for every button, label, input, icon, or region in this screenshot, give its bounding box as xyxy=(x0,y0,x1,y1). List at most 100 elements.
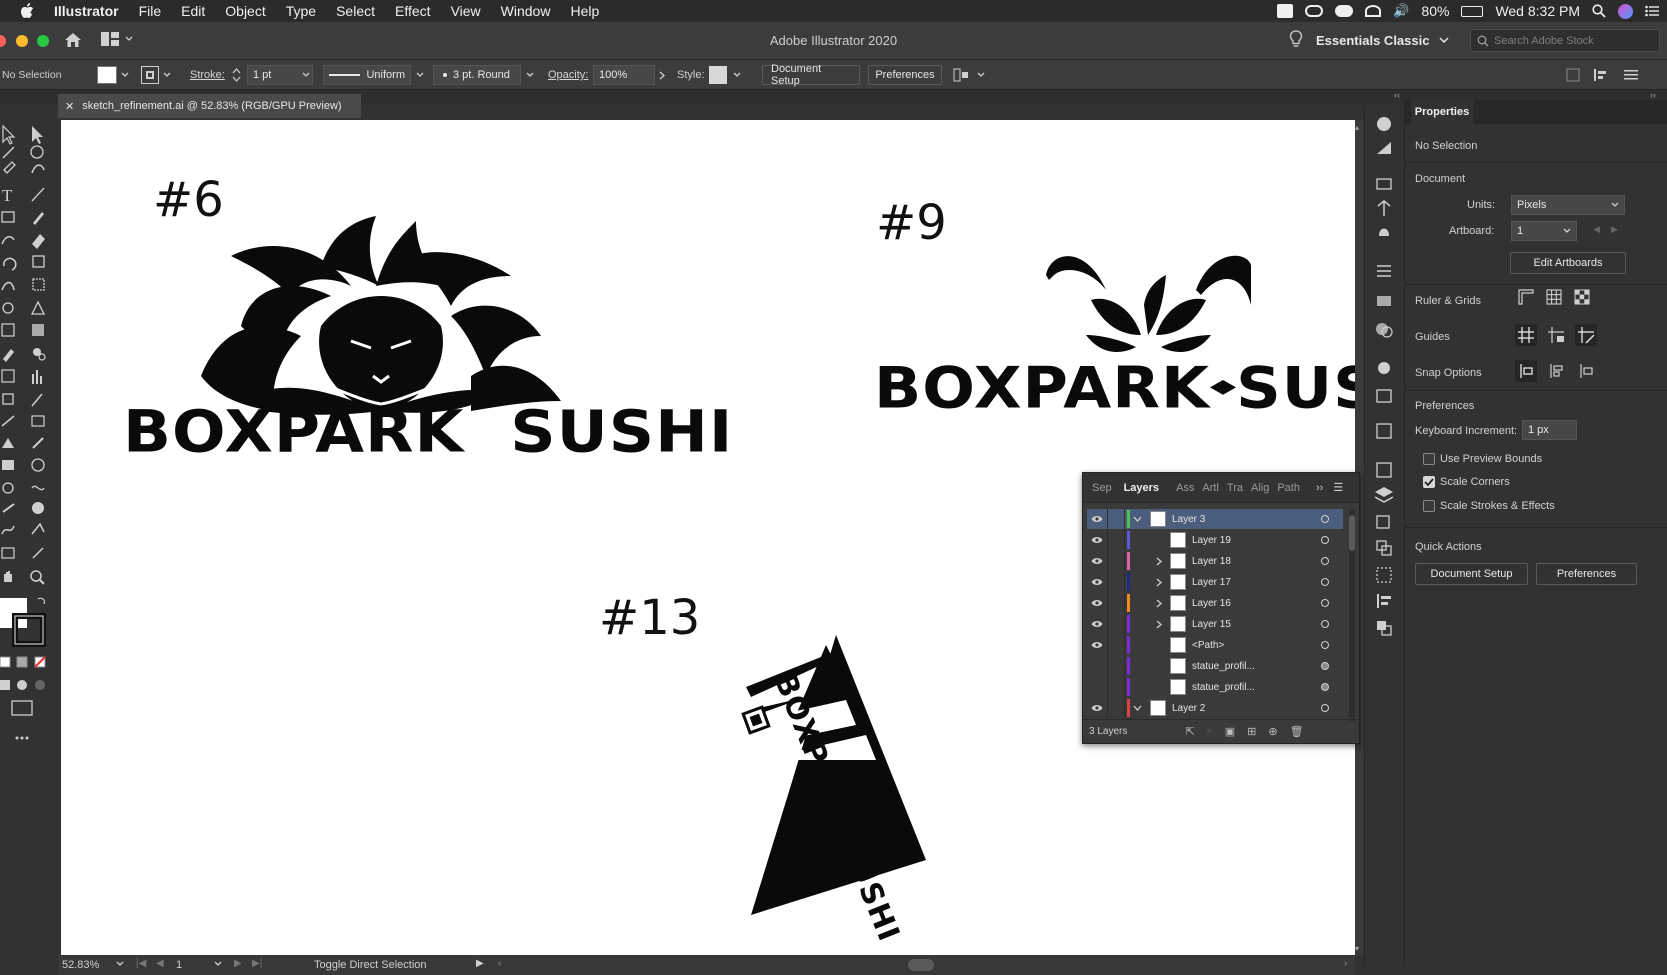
menu-app-name[interactable]: Illustrator xyxy=(44,3,129,19)
artboard-navigator-dropdown[interactable] xyxy=(214,961,222,967)
tab-properties[interactable]: Properties xyxy=(1411,100,1473,124)
volume-icon[interactable]: 🔊 xyxy=(1393,3,1409,19)
visibility-eye-icon[interactable] xyxy=(1087,620,1107,628)
target-circle-icon[interactable] xyxy=(1321,662,1329,670)
opacity-field[interactable]: 100% xyxy=(593,65,655,85)
layer-name[interactable]: Layer 3 xyxy=(1172,514,1321,525)
lock-toggle[interactable] xyxy=(1107,656,1125,676)
use-preview-bounds-checkbox[interactable] xyxy=(1423,453,1435,465)
siri-icon[interactable] xyxy=(1618,3,1633,19)
create-layer-icon[interactable]: ⊕ xyxy=(1268,725,1277,738)
layer-name[interactable]: Layer 18 xyxy=(1192,556,1321,567)
snap-to-point-icon[interactable] xyxy=(1545,360,1567,382)
lightbulb-icon[interactable] xyxy=(1289,30,1303,48)
menu-select[interactable]: Select xyxy=(326,3,385,19)
visibility-eye-icon[interactable] xyxy=(1087,641,1107,649)
logo-6-wordmark[interactable]: BOXPARK SUSHI xyxy=(123,398,733,465)
graphic-style-swatch[interactable] xyxy=(709,66,727,84)
collect-for-export-icon[interactable]: ⇱ xyxy=(1185,725,1194,738)
logo-9-wordmark[interactable]: BOXPARK SUSHI xyxy=(874,354,1355,421)
target-circle-icon[interactable] xyxy=(1321,578,1329,586)
align-to-control[interactable] xyxy=(953,65,985,85)
menu-object[interactable]: Object xyxy=(215,3,275,19)
chevron-down-icon[interactable] xyxy=(1133,705,1142,711)
layers-scroll-thumb[interactable] xyxy=(1349,515,1355,551)
menu-edit[interactable]: Edit xyxy=(171,3,215,19)
panel-menu-icon[interactable] xyxy=(1624,69,1638,81)
scroll-right-icon[interactable]: › xyxy=(1344,958,1347,969)
isolate-icon[interactable] xyxy=(1566,68,1580,82)
layer-name[interactable]: Layer 17 xyxy=(1192,577,1321,588)
spotlight-search-icon[interactable] xyxy=(1592,4,1606,18)
target-circle-icon[interactable] xyxy=(1321,683,1329,691)
panel-menu-icon[interactable]: ☰ xyxy=(1333,481,1343,494)
visibility-eye-icon[interactable] xyxy=(1087,557,1107,565)
visibility-eye-icon[interactable] xyxy=(1087,536,1107,544)
lock-toggle[interactable] xyxy=(1107,677,1125,697)
menu-effect[interactable]: Effect xyxy=(385,3,441,19)
ruler-icon[interactable] xyxy=(1518,289,1534,305)
tab-separations[interactable]: Sep xyxy=(1092,482,1112,494)
profile-dropdown[interactable] xyxy=(416,65,424,85)
preferences-button[interactable]: Preferences xyxy=(868,65,942,85)
tab-asset-export[interactable]: Ass xyxy=(1176,482,1194,494)
target-circle-icon[interactable] xyxy=(1321,704,1329,712)
layer-name[interactable]: Layer 15 xyxy=(1192,619,1321,630)
lock-toggle[interactable] xyxy=(1107,593,1125,613)
visibility-eye-icon[interactable] xyxy=(1087,578,1107,586)
lock-toggle[interactable] xyxy=(1107,635,1125,655)
previous-artboard-icon[interactable]: ◀ xyxy=(1593,224,1600,235)
layer-name[interactable]: Layer 16 xyxy=(1192,598,1321,609)
chevron-down-icon[interactable] xyxy=(1133,516,1142,522)
layer-row[interactable]: Layer 15 xyxy=(1087,614,1343,634)
more-tabs-icon[interactable]: ›› xyxy=(1316,482,1323,494)
variable-width-profile[interactable]: Uniform xyxy=(323,65,411,85)
grid-icon[interactable] xyxy=(1546,289,1562,305)
layer-row[interactable]: Layer 16 xyxy=(1087,593,1343,613)
artboard-navigator-field[interactable]: 1 xyxy=(176,955,182,975)
target-circle-icon[interactable] xyxy=(1321,641,1329,649)
layers-scrollbar[interactable] xyxy=(1349,509,1355,721)
tab-artboards[interactable]: Artl xyxy=(1202,482,1219,494)
opacity-slider-toggle[interactable] xyxy=(659,65,665,85)
lock-toggle[interactable] xyxy=(1107,698,1125,718)
brush-dropdown[interactable] xyxy=(526,65,534,85)
previous-artboard-status-icon[interactable]: ◀ xyxy=(156,958,164,969)
layer-row[interactable]: Layer 3 xyxy=(1087,509,1343,529)
horizontal-scroll-thumb[interactable] xyxy=(908,959,934,971)
brush-definition[interactable]: 3 pt. Round xyxy=(433,65,521,85)
collapse-dock-icon[interactable]: ‹‹ xyxy=(1394,90,1400,100)
icloud-icon[interactable] xyxy=(1335,5,1354,17)
fill-swatch-control[interactable] xyxy=(97,65,129,85)
units-dropdown[interactable]: Pixels xyxy=(1511,195,1625,215)
clock[interactable]: Wed 8:32 PM xyxy=(1495,3,1580,19)
document-tab[interactable]: ✕ sketch_refinement.ai @ 52.83% (RGB/GPU… xyxy=(58,94,361,118)
transparency-grid-icon[interactable] xyxy=(1574,289,1590,305)
last-artboard-icon[interactable]: ▶| xyxy=(252,958,262,969)
visibility-eye-icon[interactable] xyxy=(1087,599,1107,607)
layer-row[interactable]: statue_profil... xyxy=(1087,656,1343,676)
scroll-left-icon[interactable]: ‹ xyxy=(498,958,501,969)
make-clipping-mask-icon[interactable]: ▣ xyxy=(1225,725,1235,738)
scroll-down-icon[interactable]: ▾ xyxy=(1355,944,1359,953)
show-guides-icon[interactable] xyxy=(1515,324,1537,346)
stroke-label[interactable]: Stroke: xyxy=(190,65,225,85)
menu-help[interactable]: Help xyxy=(560,3,609,19)
tab-align[interactable]: Alig xyxy=(1251,482,1269,494)
close-tab-icon[interactable]: ✕ xyxy=(65,100,74,113)
create-sublayer-icon[interactable]: ⊞ xyxy=(1247,725,1256,738)
battery-icon[interactable] xyxy=(1461,5,1484,17)
layer-name[interactable]: Layer 2 xyxy=(1172,703,1321,714)
workspace-switcher[interactable]: Essentials Classic xyxy=(1316,28,1449,52)
zoom-dropdown[interactable] xyxy=(116,961,124,967)
creative-cloud-icon[interactable] xyxy=(1305,5,1324,17)
logo-9-art[interactable] xyxy=(1046,245,1256,357)
status-text[interactable]: Toggle Direct Selection xyxy=(314,955,427,975)
menu-type[interactable]: Type xyxy=(276,3,326,19)
scroll-up-icon[interactable]: ▴ xyxy=(1355,123,1359,132)
next-artboard-icon[interactable]: ▶ xyxy=(1611,224,1618,235)
stroke-swatch-control[interactable] xyxy=(141,65,171,85)
wifi-extra-icon[interactable] xyxy=(1365,5,1382,17)
zoom-field[interactable]: 52.83% xyxy=(58,955,124,975)
tab-layers[interactable]: Layers xyxy=(1124,482,1159,494)
